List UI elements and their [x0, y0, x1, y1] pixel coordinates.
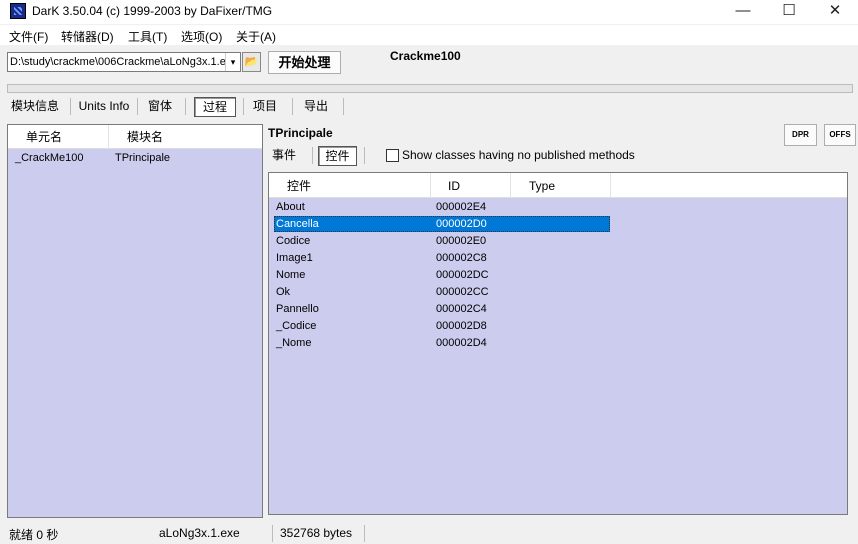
title-bar: DarK 3.50.04 (c) 1999-2003 by DaFixer/TM…: [0, 0, 858, 24]
tab-module-info[interactable]: 模块信息: [6, 97, 64, 117]
table-row-selected[interactable]: Cancella 000002D0: [269, 216, 847, 233]
control-name-cell: Pannello: [276, 303, 319, 315]
show-unpublished-checkbox[interactable]: [386, 149, 399, 162]
control-name-cell: Cancella: [276, 218, 319, 230]
app-icon: [10, 3, 26, 19]
status-ready: 就绪 0 秒: [9, 528, 59, 542]
control-id-cell: 000002D4: [436, 337, 487, 349]
control-id-cell: 000002CC: [436, 286, 489, 298]
menu-about[interactable]: 关于(A): [236, 28, 276, 45]
tab-procedures[interactable]: 过程: [194, 97, 236, 117]
menu-dumper[interactable]: 转储器(D): [61, 28, 114, 45]
table-row[interactable]: About 000002E4: [269, 199, 847, 216]
progress-bar: [7, 84, 853, 93]
list-item[interactable]: _CrackMe100 TPrincipale: [8, 150, 262, 167]
table-row[interactable]: Pannello 000002C4: [269, 301, 847, 318]
close-button[interactable]: ✕: [812, 0, 858, 24]
control-id-cell: 000002D0: [436, 218, 487, 230]
tab-project[interactable]: 项目: [248, 97, 282, 117]
unit-name-cell: _CrackMe100: [15, 152, 84, 164]
chevron-down-icon[interactable]: ▾: [225, 53, 240, 71]
tab-divider: [292, 98, 293, 115]
menu-tools[interactable]: 工具(T): [128, 28, 167, 45]
table-row[interactable]: Nome 000002DC: [269, 267, 847, 284]
tab-divider: [243, 98, 244, 115]
folder-open-icon: 📂: [244, 56, 259, 68]
control-id-cell: 000002DC: [436, 269, 489, 281]
control-name-cell: Nome: [276, 269, 306, 281]
table-row[interactable]: Image1 000002C8: [269, 250, 847, 267]
control-name-cell: _Nome: [276, 337, 312, 349]
tab-divider: [185, 98, 186, 115]
main-tab-bar: 模块信息 Units Info 窗体 过程 项目 导出: [0, 95, 858, 117]
tab-divider: [70, 98, 71, 115]
column-header-unit-name[interactable]: 单元名: [8, 125, 109, 149]
control-name-cell: About: [276, 201, 305, 213]
menu-bar: 文件(F) 转储器(D) 工具(T) 选项(O) 关于(A): [0, 25, 858, 45]
control-name-cell: Codice: [276, 235, 311, 247]
offs-button[interactable]: OFFS: [824, 124, 856, 146]
target-title: Crackme100: [390, 49, 461, 63]
tab-units-info[interactable]: Units Info: [76, 97, 132, 117]
module-name-cell: TPrincipale: [115, 152, 171, 164]
control-name-cell: Image1: [276, 252, 313, 264]
tab-divider: [137, 98, 138, 115]
units-list-header: 单元名 模块名: [8, 125, 262, 149]
controls-list-header: 控件 ID Type: [269, 173, 847, 198]
status-divider: [272, 525, 273, 542]
tab-controls[interactable]: 控件: [318, 146, 357, 166]
tab-divider: [343, 98, 344, 115]
status-bar: 就绪 0 秒 aLoNg3x.1.exe 352768 bytes: [0, 522, 858, 544]
control-name-cell: Ok: [276, 286, 291, 298]
open-file-button[interactable]: 📂: [242, 52, 261, 72]
status-file-name: aLoNg3x.1.exe: [159, 526, 240, 540]
table-row[interactable]: Codice 000002E0: [269, 233, 847, 250]
class-title: TPrincipale: [268, 126, 333, 140]
status-file-size: 352768 bytes: [280, 526, 353, 540]
control-id-cell: 000002E0: [436, 235, 487, 247]
control-name-cell: _Codice: [276, 320, 317, 332]
table-row[interactable]: _Nome 000002D4: [269, 335, 847, 352]
control-id-cell: 000002E4: [436, 201, 487, 213]
column-header-type[interactable]: Type: [511, 173, 611, 198]
status-divider: [364, 525, 365, 542]
units-list[interactable]: 单元名 模块名 _CrackMe100 TPrincipale: [7, 124, 263, 518]
start-process-button[interactable]: 开始处理: [268, 51, 341, 74]
file-path-value: D:\study\crackme\006Crackme\aLoNg3x.1.ex…: [10, 56, 238, 68]
control-id-cell: 000002C4: [436, 303, 487, 315]
controls-list[interactable]: 控件 ID Type About 000002E4 Cancella 00000…: [268, 172, 848, 515]
tab-divider: [312, 147, 313, 164]
file-path-combo[interactable]: D:\study\crackme\006Crackme\aLoNg3x.1.ex…: [7, 52, 241, 72]
column-header-module-name[interactable]: 模块名: [109, 125, 263, 149]
tab-exports[interactable]: 导出: [299, 97, 333, 117]
tab-events[interactable]: 事件: [268, 146, 300, 166]
show-unpublished-label: Show classes having no published methods: [402, 148, 635, 162]
tab-divider: [364, 147, 365, 164]
menu-file[interactable]: 文件(F): [9, 28, 48, 45]
menu-options[interactable]: 选项(O): [181, 28, 222, 45]
table-row[interactable]: _Codice 000002D8: [269, 318, 847, 335]
control-id-cell: 000002D8: [436, 320, 487, 332]
control-id-cell: 000002C8: [436, 252, 487, 264]
column-header-control[interactable]: 控件: [269, 173, 431, 198]
column-header-id[interactable]: ID: [431, 173, 511, 198]
window-title: DarK 3.50.04 (c) 1999-2003 by DaFixer/TM…: [32, 4, 273, 18]
maximize-button[interactable]: ☐: [766, 0, 812, 24]
table-row[interactable]: Ok 000002CC: [269, 284, 847, 301]
dpr-button[interactable]: DPR: [784, 124, 817, 146]
minimize-button[interactable]: —: [720, 0, 766, 24]
tab-forms[interactable]: 窗体: [143, 97, 177, 117]
